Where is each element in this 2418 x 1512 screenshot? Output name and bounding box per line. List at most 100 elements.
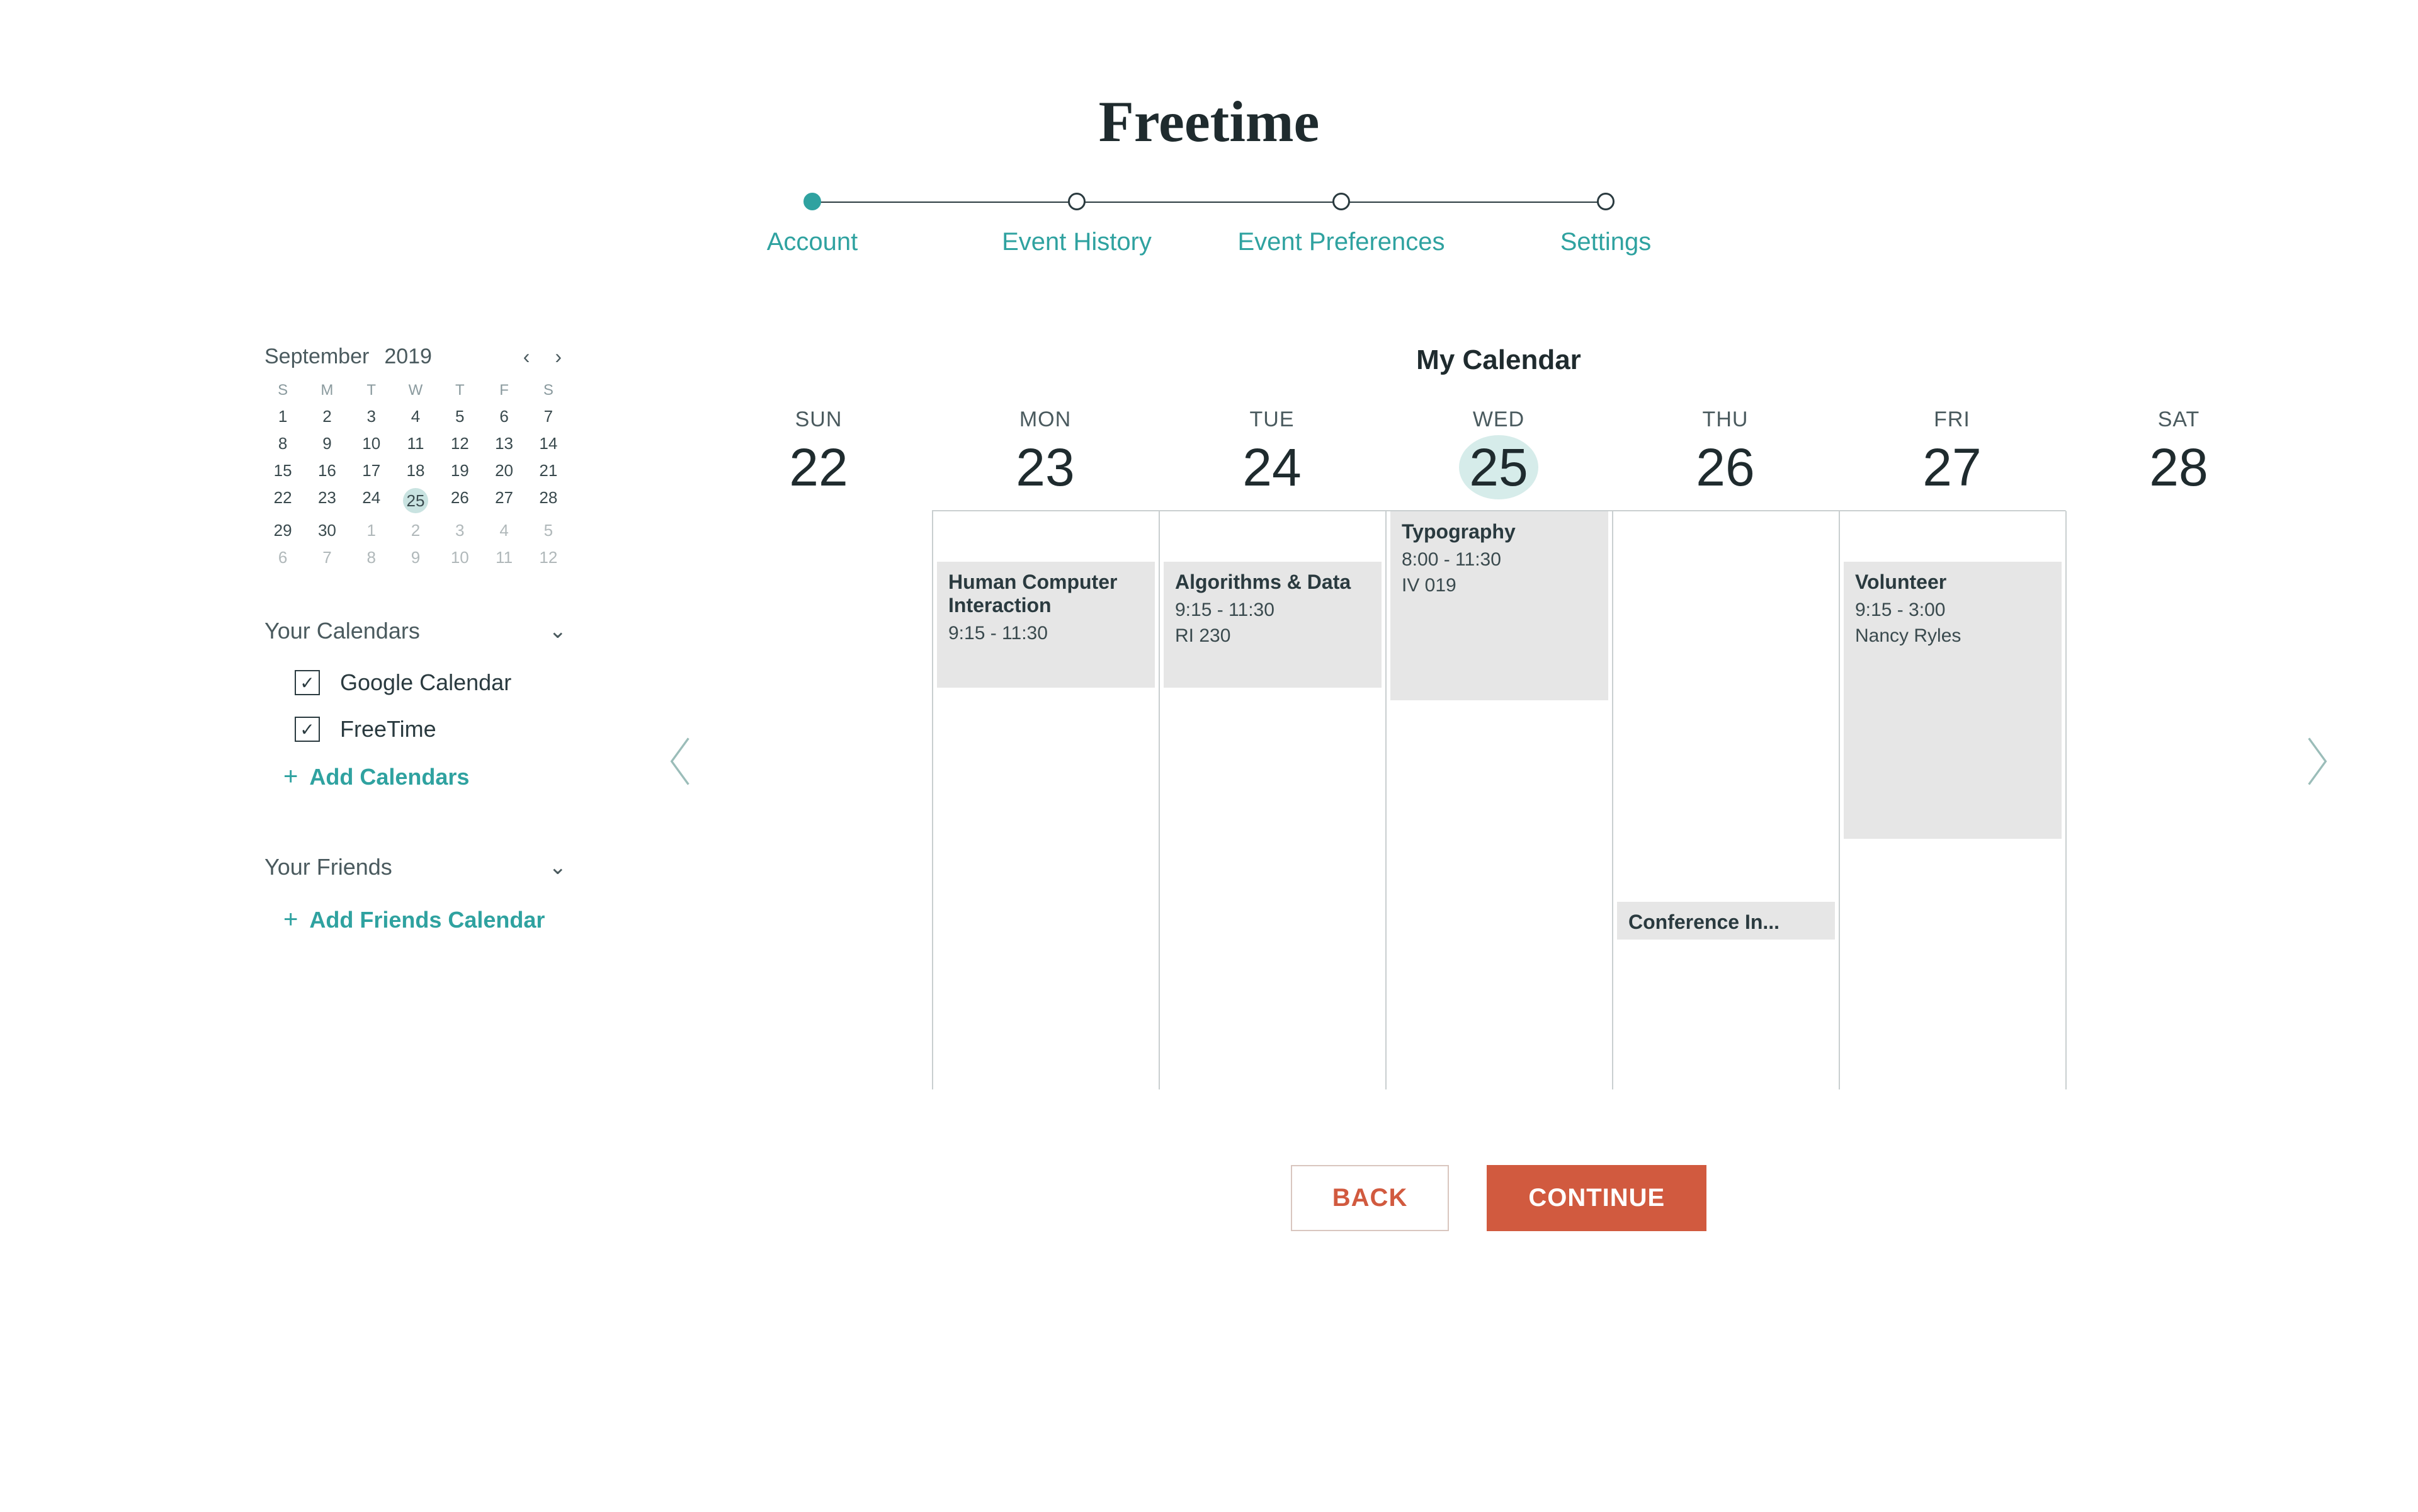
mini-day[interactable]: 15 [264,461,301,480]
mini-day[interactable]: 4 [397,407,434,426]
calendar-event[interactable]: Conference In... [1617,902,1835,940]
mini-dow: W [397,382,434,399]
mini-dow: F [485,382,522,399]
mini-day[interactable]: 10 [441,548,478,567]
mini-day[interactable]: 22 [264,488,301,513]
day-number[interactable]: 24 [1159,441,1385,494]
continue-button[interactable]: CONTINUE [1487,1165,1706,1231]
mini-day[interactable]: 18 [397,461,434,480]
day-number[interactable]: 27 [1839,441,2065,494]
step-account[interactable]: Account [680,193,945,256]
event-location: Nancy Ryles [1855,623,2050,649]
mini-day[interactable]: 1 [264,407,301,426]
mini-day[interactable]: 2 [397,521,434,540]
step-circle-icon [803,193,821,210]
mini-day[interactable]: 8 [353,548,390,567]
step-settings[interactable]: Settings [1473,193,1738,256]
mini-day[interactable]: 7 [309,548,345,567]
mini-day[interactable]: 21 [530,461,567,480]
mini-day[interactable]: 8 [264,434,301,453]
plus-icon: + [283,763,298,791]
mini-day[interactable]: 13 [485,434,522,453]
mini-cal-prev[interactable]: ‹ [518,345,535,368]
mini-day[interactable]: 26 [441,488,478,513]
mini-day[interactable]: 10 [353,434,390,453]
mini-day[interactable]: 6 [485,407,522,426]
day-number[interactable]: 26 [1612,441,1839,494]
mini-day[interactable]: 11 [397,434,434,453]
week-prev-button[interactable] [655,407,705,1089]
calendar-event[interactable]: Algorithms & Data9:15 - 11:30RI 230 [1164,562,1382,688]
mini-day[interactable]: 23 [309,488,345,513]
step-circle-icon [1068,193,1086,210]
your-calendars-toggle[interactable]: Your Calendars ⌄ [264,618,567,644]
mini-day[interactable]: 12 [530,548,567,567]
add-friends-link[interactable]: + Add Friends Calendar [283,906,567,934]
calendar-label: Google Calendar [340,669,511,696]
mini-day[interactable]: 24 [353,488,390,513]
day-column-sun: SUN 22 [705,407,932,1089]
mini-cal-month: September [264,344,369,369]
mini-day[interactable]: 28 [530,488,567,513]
checkbox-icon: ✓ [295,717,320,742]
mini-day[interactable]: 14 [530,434,567,453]
mini-day[interactable]: 29 [264,521,301,540]
mini-day[interactable]: 5 [530,521,567,540]
mini-cal-next[interactable]: › [550,345,567,368]
your-friends-label: Your Friends [264,854,392,880]
day-number[interactable]: 25 [1385,441,1612,494]
back-button[interactable]: BACK [1291,1165,1450,1231]
mini-day[interactable]: 2 [309,407,345,426]
mini-day[interactable]: 3 [353,407,390,426]
week-next-button[interactable] [2292,407,2342,1089]
mini-day[interactable]: 16 [309,461,345,480]
day-number[interactable]: 22 [705,441,932,494]
day-of-week-label: SAT [2065,407,2292,432]
day-body[interactable]: Typography8:00 - 11:30IV 019 [1385,510,1612,1089]
day-of-week-label: THU [1612,407,1839,432]
mini-day[interactable]: 19 [441,461,478,480]
day-body[interactable] [2065,510,2292,1089]
mini-day[interactable]: 7 [530,407,567,426]
day-body[interactable]: Volunteer9:15 - 3:00Nancy Ryles [1839,510,2065,1089]
app-logo: Freetime [0,88,2418,155]
mini-day[interactable]: 30 [309,521,345,540]
day-of-week-label: MON [932,407,1159,432]
mini-day[interactable]: 9 [309,434,345,453]
step-label: Event Preferences [1237,228,1445,256]
mini-day[interactable]: 12 [441,434,478,453]
mini-day[interactable]: 17 [353,461,390,480]
calendar-title: My Calendar [655,344,2342,376]
add-calendars-link[interactable]: + Add Calendars [283,763,567,791]
add-friends-label: Add Friends Calendar [309,907,545,933]
day-number[interactable]: 28 [2065,441,2292,494]
mini-day[interactable]: 27 [485,488,522,513]
day-of-week-label: SUN [705,407,932,432]
mini-day[interactable]: 5 [441,407,478,426]
your-friends-toggle[interactable]: Your Friends ⌄ [264,854,567,880]
mini-day[interactable]: 3 [441,521,478,540]
mini-calendar[interactable]: SMTWTFS123456789101112131415161718192021… [264,382,567,567]
mini-day[interactable]: 6 [264,548,301,567]
calendar-event[interactable]: Typography8:00 - 11:30IV 019 [1390,511,1608,700]
step-event-history[interactable]: Event History [945,193,1209,256]
mini-day[interactable]: 9 [397,548,434,567]
calendar-toggle-google-calendar[interactable]: ✓Google Calendar [295,669,567,696]
calendar-event[interactable]: Volunteer9:15 - 3:00Nancy Ryles [1844,562,2062,839]
day-body[interactable] [705,510,932,1089]
event-time: 9:15 - 11:30 [1175,598,1370,623]
step-event-preferences[interactable]: Event Preferences [1209,193,1473,256]
mini-day[interactable]: 1 [353,521,390,540]
day-number[interactable]: 23 [932,441,1159,494]
mini-day[interactable]: 25 [397,488,434,513]
day-body[interactable]: Human Computer Interaction9:15 - 11:30 [932,510,1159,1089]
mini-day[interactable]: 11 [485,548,522,567]
mini-day[interactable]: 4 [485,521,522,540]
day-body[interactable]: Conference In... [1612,510,1839,1089]
day-body[interactable]: Algorithms & Data9:15 - 11:30RI 230 [1159,510,1385,1089]
event-location: RI 230 [1175,623,1370,649]
calendar-toggle-freetime[interactable]: ✓FreeTime [295,716,567,742]
mini-day[interactable]: 20 [485,461,522,480]
event-title: Conference In... [1628,911,1824,934]
calendar-event[interactable]: Human Computer Interaction9:15 - 11:30 [937,562,1155,688]
